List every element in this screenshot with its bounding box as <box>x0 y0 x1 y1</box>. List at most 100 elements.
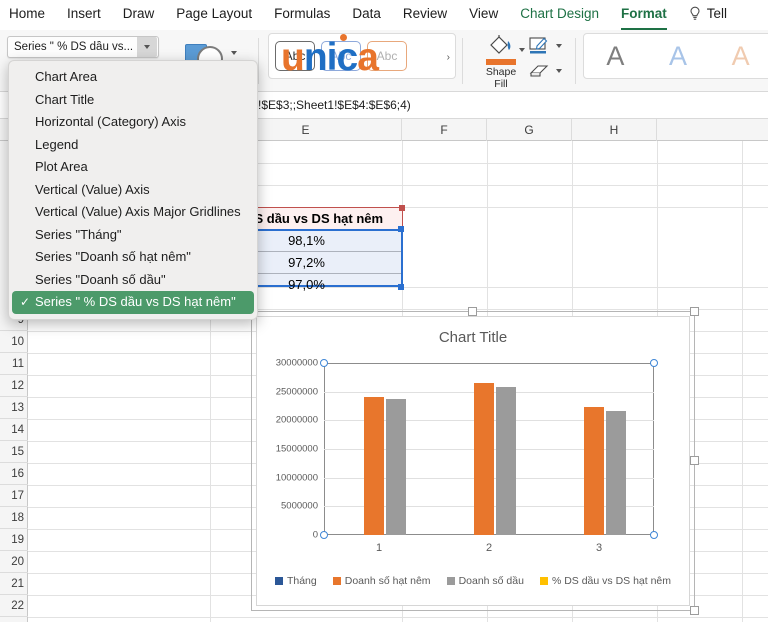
ytick-label-20000000: 20000000 <box>276 415 318 426</box>
column-header-f[interactable]: F <box>402 119 487 141</box>
shape-outline-chevron-down-icon[interactable] <box>556 44 562 48</box>
shape-styles-chevron-down-icon[interactable] <box>231 51 237 55</box>
xtick-label-3: 3 <box>596 542 602 554</box>
series-handle-top-right[interactable] <box>650 359 658 367</box>
tab-chart-design[interactable]: Chart Design <box>520 5 599 25</box>
shape-effects-button[interactable] <box>528 63 572 85</box>
ribbon-separator-3 <box>575 38 576 84</box>
chart-element-selector[interactable]: Series " % DS dầu vs... <box>7 36 159 58</box>
row-header-15[interactable]: 15 <box>0 441 28 463</box>
tab-view[interactable]: View <box>469 5 498 25</box>
bar-dau-3[interactable] <box>606 411 626 535</box>
bar-hat-nem-3[interactable] <box>584 407 604 535</box>
shape-effects-chevron-down-icon[interactable] <box>556 69 562 73</box>
ytick-label-0: 0 <box>313 530 318 541</box>
shape-outline-button[interactable] <box>528 36 572 58</box>
chart-element-dropdown-menu[interactable]: Chart Area Chart Title Horizontal (Categ… <box>8 60 258 320</box>
column-header-g[interactable]: G <box>487 119 572 141</box>
tab-formulas[interactable]: Formulas <box>274 5 330 25</box>
wordart-gallery-more-icon[interactable]: › <box>447 52 450 63</box>
row-header-17[interactable]: 17 <box>0 485 28 507</box>
dropdown-item-legend[interactable]: Legend <box>9 134 257 157</box>
wordart-styles-gallery[interactable]: Abc Abc Abc › <box>268 33 456 79</box>
tab-review[interactable]: Review <box>403 5 447 25</box>
legend-swatch-thang <box>275 577 283 585</box>
shape-fill-label-line1: Shape <box>470 67 532 79</box>
wordart-style-3-button[interactable]: Abc <box>367 41 407 71</box>
chevron-down-icon <box>144 45 150 49</box>
tell-me-button[interactable]: Tell <box>689 5 727 25</box>
shape-fill-color-indicator <box>486 59 516 65</box>
tell-me-label: Tell <box>707 5 727 23</box>
row-header-18[interactable]: 18 <box>0 507 28 529</box>
legend-item-percent[interactable]: % DS dầu vs DS hạt nêm <box>540 575 671 587</box>
dropdown-item-plot-area[interactable]: Plot Area <box>9 156 257 179</box>
legend-swatch-percent <box>540 577 548 585</box>
wordart-style-1-button[interactable]: Abc <box>275 41 315 71</box>
dropdown-item-vertical-value-axis-major-gridlines[interactable]: Vertical (Value) Axis Major Gridlines <box>9 201 257 224</box>
row-header-11[interactable]: 11 <box>0 353 28 375</box>
tab-format[interactable]: Format <box>621 5 667 25</box>
tab-insert[interactable]: Insert <box>67 5 101 25</box>
dropdown-item-series-doanh-so-dau[interactable]: Series "Doanh số dầu" <box>9 269 257 292</box>
bar-dau-2[interactable] <box>496 387 516 535</box>
dropdown-item-horizontal-category-axis[interactable]: Horizontal (Category) Axis <box>9 111 257 134</box>
chart-resize-handle-right[interactable] <box>690 456 699 465</box>
tab-page-layout[interactable]: Page Layout <box>176 5 252 25</box>
shape-effects-icon <box>528 67 550 84</box>
shape-fill-button[interactable]: Shape Fill <box>470 34 532 88</box>
dropdown-item-vertical-value-axis[interactable]: Vertical (Value) Axis <box>9 179 257 202</box>
wordart-style-2-button[interactable]: Abc <box>321 41 361 71</box>
chart-plot-area[interactable]: 30000000 25000000 20000000 15000000 1000… <box>324 363 654 535</box>
bar-hat-nem-2[interactable] <box>474 383 494 535</box>
dropdown-item-chart-title[interactable]: Chart Title <box>9 89 257 112</box>
bar-hat-nem-1[interactable] <box>364 397 384 536</box>
series-handle-bottom-right[interactable] <box>650 531 658 539</box>
text-style-2-button[interactable]: A <box>669 41 687 71</box>
series-handle-top-left[interactable] <box>320 359 328 367</box>
legend-label-percent: % DS dầu vs DS hạt nêm <box>552 575 671 587</box>
row-header-10[interactable]: 10 <box>0 331 28 353</box>
ytick-label-25000000: 25000000 <box>276 386 318 397</box>
dropdown-item-chart-area[interactable]: Chart Area <box>9 66 257 89</box>
text-styles-gallery[interactable]: A A A <box>583 33 768 79</box>
column-header-h[interactable]: H <box>572 119 657 141</box>
chart-element-selector-value: Series " % DS dầu vs... <box>8 41 137 53</box>
tab-data[interactable]: Data <box>352 5 381 25</box>
text-style-1-button[interactable]: A <box>606 41 624 71</box>
row-header-16[interactable]: 16 <box>0 463 28 485</box>
tab-draw[interactable]: Draw <box>123 5 155 25</box>
ribbon-separator-1 <box>258 38 259 84</box>
row-header-14[interactable]: 14 <box>0 419 28 441</box>
text-style-3-button[interactable]: A <box>732 41 750 71</box>
ytick-label-5000000: 5000000 <box>281 501 318 512</box>
legend-item-dau[interactable]: Doanh số dầu <box>447 575 524 587</box>
legend-item-hat-nem[interactable]: Doanh số hạt nêm <box>333 575 431 587</box>
tab-home[interactable]: Home <box>9 5 45 25</box>
legend-item-thang[interactable]: Tháng <box>275 575 317 587</box>
row-header-19[interactable]: 19 <box>0 529 28 551</box>
pen-outline-icon <box>528 43 550 60</box>
chart-title[interactable]: Chart Title <box>257 329 689 346</box>
shape-fill-chevron-down-icon[interactable] <box>519 48 525 52</box>
chart-resize-handle-top[interactable] <box>468 307 477 316</box>
row-header-13[interactable]: 13 <box>0 397 28 419</box>
row-header-22[interactable]: 22 <box>0 595 28 617</box>
chart-resize-handle-bottom-right[interactable] <box>690 606 699 615</box>
dropdown-item-series-doanh-so-hat-nem[interactable]: Series "Doanh số hạt nêm" <box>9 246 257 269</box>
bar-dau-1[interactable] <box>386 399 406 535</box>
chart-legend[interactable]: Tháng Doanh số hạt nêm Doanh số dầu % DS… <box>257 575 689 587</box>
chart-resize-handle-top-right[interactable] <box>690 307 699 316</box>
chart-container[interactable]: Chart Title 30000000 25000000 20000000 1… <box>256 316 690 606</box>
gridline-h-21 <box>28 617 768 618</box>
dropdown-item-series-thang[interactable]: Series "Tháng" <box>9 224 257 247</box>
series-handle-bottom-left[interactable] <box>320 531 328 539</box>
row-header-12[interactable]: 12 <box>0 375 28 397</box>
chart-element-selector-dropdown-arrow[interactable] <box>137 37 157 57</box>
excel-window: Home Insert Draw Page Layout Formulas Da… <box>0 0 768 622</box>
row-header-23[interactable]: 23 <box>0 617 28 622</box>
row-header-20[interactable]: 20 <box>0 551 28 573</box>
dropdown-item-series-percent-ds-dau-vs-ds-hat-nem[interactable]: ✓ Series " % DS dầu vs DS hạt nêm" <box>12 291 254 314</box>
ytick-label-30000000: 30000000 <box>276 358 318 369</box>
row-header-21[interactable]: 21 <box>0 573 28 595</box>
